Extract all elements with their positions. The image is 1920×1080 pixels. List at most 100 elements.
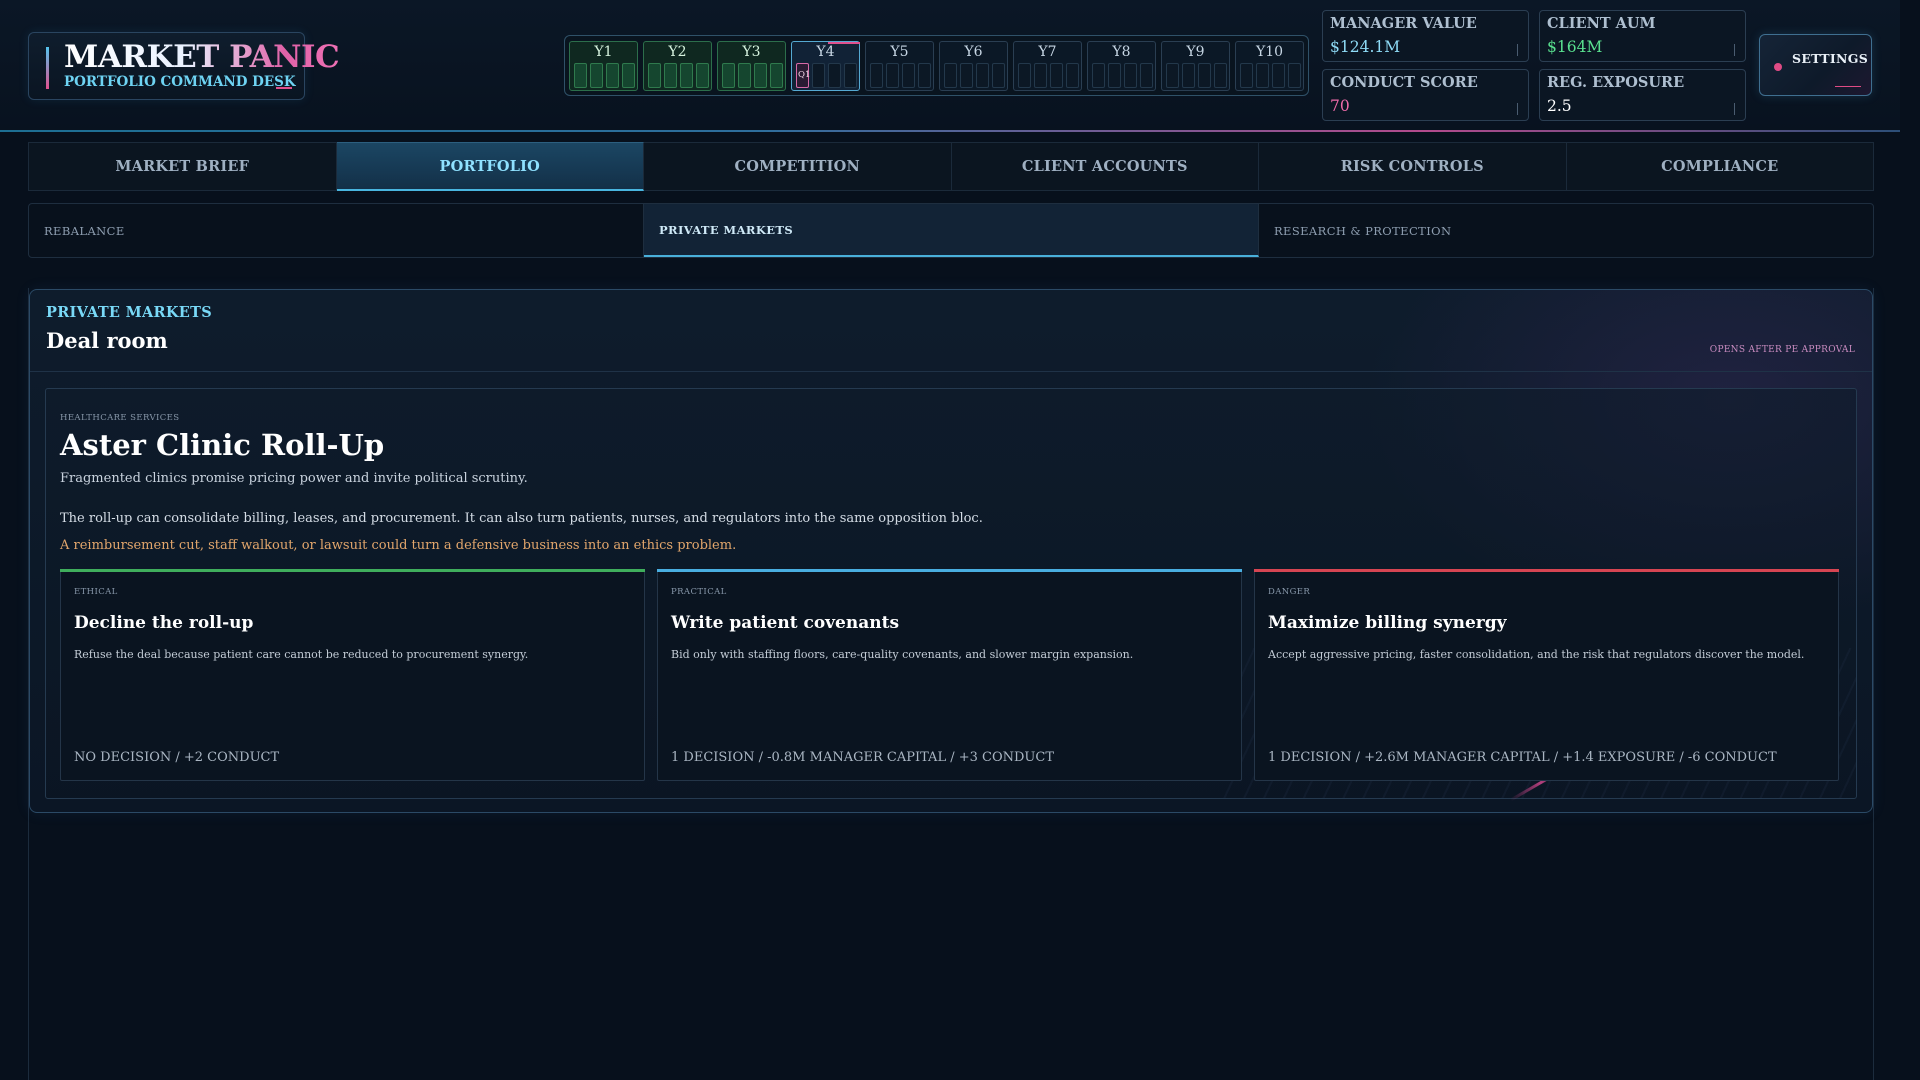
year-label: Y8: [1112, 44, 1131, 60]
quarter-cell: [606, 63, 619, 88]
panel-note: OPENS AFTER PE APPROVAL: [1709, 345, 1855, 355]
subtab-private-markets[interactable]: PRIVATE MARKETS: [644, 204, 1259, 257]
year-label: Y1: [594, 44, 613, 60]
current-quarter-cell: Q1: [796, 63, 811, 88]
timeline-year-2[interactable]: Y2: [643, 41, 712, 91]
quarter-cell: [574, 63, 587, 88]
quarter-cell: [722, 63, 735, 88]
timeline-year-4-current[interactable]: Y4 Q1: [791, 41, 860, 91]
tab-compliance[interactable]: COMPLIANCE: [1566, 142, 1874, 191]
stat-manager-value: MANAGER VALUE $124.1M: [1322, 10, 1529, 62]
stat-reg-exposure: REG. EXPOSURE 2.5: [1539, 69, 1746, 121]
quarter-cell: [944, 63, 957, 88]
option-description: Refuse the deal because patient care can…: [74, 648, 529, 661]
quarter-cell: [1092, 63, 1105, 88]
quarter-cell: [770, 63, 783, 88]
option-card-covenants[interactable]: PRACTICAL Write patient covenants Bid on…: [657, 569, 1242, 781]
timeline-year-1[interactable]: Y1: [569, 41, 638, 91]
stat-label: MANAGER VALUE: [1330, 15, 1477, 32]
option-accent-bar: [657, 569, 1242, 572]
quarter-cell: [902, 63, 915, 88]
option-card-billing-synergy[interactable]: DANGER Maximize billing synergy Accept a…: [1254, 569, 1839, 781]
current-quarter-label: Q1: [798, 70, 811, 80]
quarter-cell: [664, 63, 677, 88]
quarter-cell: [1272, 63, 1285, 88]
panel-eyebrow: PRIVATE MARKETS: [46, 304, 212, 321]
quarter-cell: [844, 63, 857, 88]
option-title: Maximize billing synergy: [1268, 613, 1507, 633]
stat-divider: [1517, 103, 1518, 115]
quarter-cell: [1256, 63, 1269, 88]
year-label: Y2: [668, 44, 687, 60]
quarter-cell: [1288, 63, 1301, 88]
option-tag: PRACTICAL: [671, 587, 727, 597]
quarter-cell: [648, 63, 661, 88]
quarter-cell: [590, 63, 603, 88]
app-title: MARKET PANIC: [64, 39, 340, 75]
stat-value: $124.1M: [1330, 38, 1401, 56]
stat-label: CONDUCT SCORE: [1330, 74, 1478, 91]
tab-competition[interactable]: COMPETITION: [644, 142, 952, 191]
stat-divider: [1517, 44, 1518, 56]
panel-title: Deal room: [46, 328, 168, 353]
quarter-cell: [1050, 63, 1063, 88]
quarter-cell: [1198, 63, 1211, 88]
subtab-rebalance[interactable]: REBALANCE: [29, 204, 644, 257]
quarter-cell: [754, 63, 767, 88]
sub-tabs: REBALANCE PRIVATE MARKETS RESEARCH & PRO…: [28, 203, 1874, 258]
stat-client-aum: CLIENT AUM $164M: [1539, 10, 1746, 62]
timeline-year-10[interactable]: Y10: [1235, 41, 1304, 91]
stat-value: $164M: [1547, 38, 1603, 56]
option-effects: 1 DECISION / -0.8M MANAGER CAPITAL / +3 …: [671, 750, 1054, 765]
year-label: Y5: [890, 44, 909, 60]
tab-market-brief[interactable]: MARKET BRIEF: [28, 142, 337, 191]
tab-client-accounts[interactable]: CLIENT ACCOUNTS: [951, 142, 1259, 191]
option-effects: 1 DECISION / +2.6M MANAGER CAPITAL / +1.…: [1268, 750, 1777, 765]
stat-label: REG. EXPOSURE: [1547, 74, 1685, 91]
timeline-year-8[interactable]: Y8: [1087, 41, 1156, 91]
quarter-cell: [870, 63, 883, 88]
tab-portfolio[interactable]: PORTFOLIO: [336, 142, 644, 191]
quarter-cell: [1108, 63, 1121, 88]
year-label: Y4: [816, 44, 835, 60]
quarter-cell: [828, 63, 841, 88]
quarter-cell: [1124, 63, 1137, 88]
subtab-research-protection[interactable]: RESEARCH & PROTECTION: [1259, 204, 1873, 257]
option-card-decline[interactable]: ETHICAL Decline the roll-up Refuse the d…: [60, 569, 645, 781]
quarter-cell: [1182, 63, 1195, 88]
timeline-year-3[interactable]: Y3: [717, 41, 786, 91]
deal-sector: HEALTHCARE SERVICES: [60, 413, 180, 423]
quarter-cell: [696, 63, 709, 88]
timeline-year-5[interactable]: Y5: [865, 41, 934, 91]
settings-underline: [1835, 86, 1861, 87]
deal-title: Aster Clinic Roll-Up: [60, 428, 385, 462]
quarter-cell: [622, 63, 635, 88]
timeline-year-6[interactable]: Y6: [939, 41, 1008, 91]
tab-risk-controls[interactable]: RISK CONTROLS: [1259, 142, 1567, 191]
app-logo: MARKET PANIC PORTFOLIO COMMAND DESK: [28, 32, 340, 100]
settings-label: SETTINGS: [1792, 51, 1869, 66]
stat-conduct-score: CONDUCT SCORE 70: [1322, 69, 1529, 121]
deal-warning: A reimbursement cut, staff walkout, or l…: [60, 538, 737, 553]
status-dot-icon: [1774, 63, 1782, 71]
logo-accent-bar: [46, 47, 49, 89]
logo-underline: [276, 87, 292, 89]
year-timeline: Y1 Y2 Y3 Y4 Q1 Y5 Y6 Y7 Y8 Y9 Y10: [564, 35, 1309, 96]
timeline-year-7[interactable]: Y7: [1013, 41, 1082, 91]
option-tag: DANGER: [1268, 587, 1311, 597]
option-accent-bar: [60, 569, 645, 572]
quarter-cell: [918, 63, 931, 88]
option-description: Accept aggressive pricing, faster consol…: [1268, 648, 1805, 661]
stat-value: 2.5: [1547, 97, 1572, 115]
quarter-cell: [1166, 63, 1179, 88]
quarter-cell: [680, 63, 693, 88]
quarter-cell: [1018, 63, 1031, 88]
option-accent-bar: [1254, 569, 1839, 572]
quarter-cell: [886, 63, 899, 88]
stat-divider: [1734, 103, 1735, 115]
quarter-cell: [1066, 63, 1079, 88]
timeline-year-9[interactable]: Y9: [1161, 41, 1230, 91]
quarter-cell: [1240, 63, 1253, 88]
year-label: Y6: [964, 44, 983, 60]
settings-button[interactable]: SETTINGS: [1759, 34, 1872, 96]
